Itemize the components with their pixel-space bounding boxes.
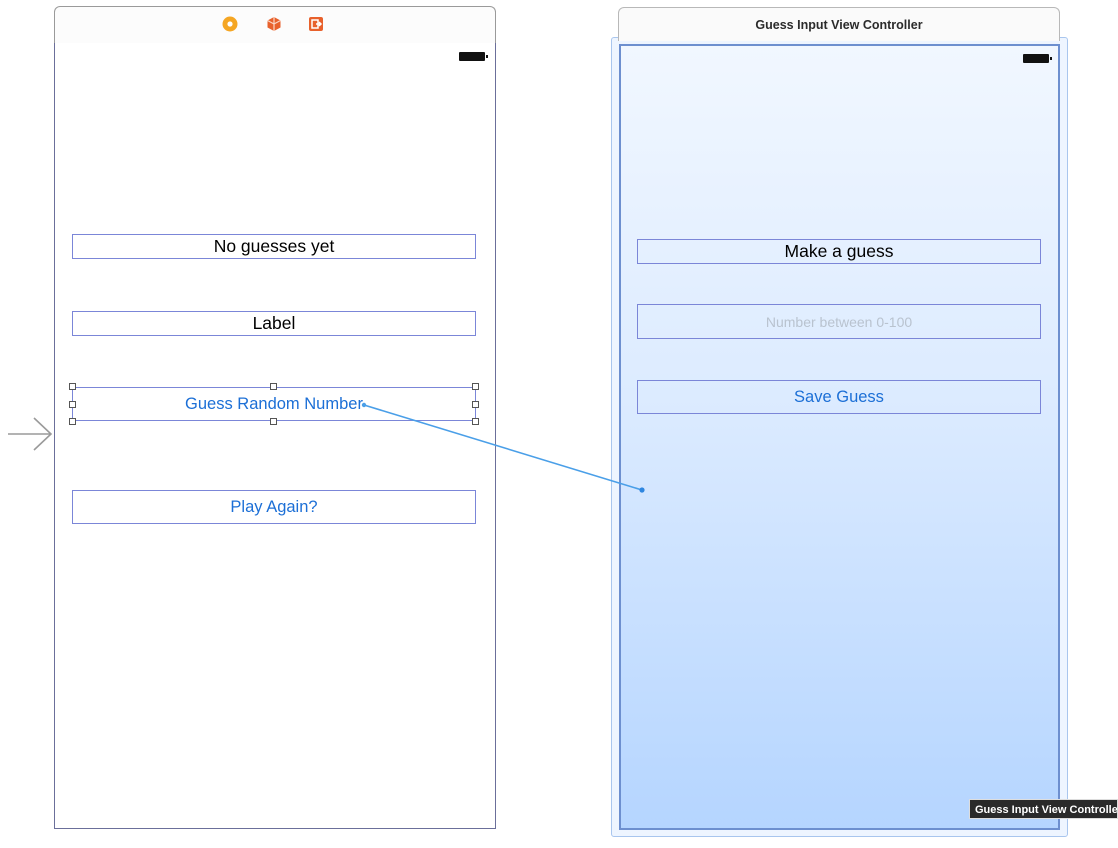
save-guess-label: Save Guess: [794, 387, 884, 406]
resize-handle-left[interactable]: [69, 401, 76, 408]
result-label[interactable]: Label: [72, 311, 476, 336]
resize-handle-top[interactable]: [270, 383, 277, 390]
play-again-button[interactable]: Play Again?: [72, 490, 476, 524]
battery-icon: [459, 52, 488, 61]
battery-icon-right: [1023, 54, 1052, 63]
make-a-guess-text: Make a guess: [784, 241, 894, 261]
exit-icon[interactable]: [308, 16, 324, 32]
guess-text-field-placeholder: Number between 0-100: [765, 313, 913, 330]
guess-text-field[interactable]: Number between 0-100: [637, 304, 1041, 339]
scene-tooltip-text: Guess Input View Controller: [975, 804, 1118, 816]
scene-title-tab[interactable]: Guess Input View Controller: [618, 7, 1060, 41]
initial-view-controller-arrow-icon[interactable]: [6, 414, 54, 454]
no-guesses-label-text: No guesses yet: [213, 236, 335, 256]
resize-handle-right[interactable]: [472, 401, 479, 408]
result-label-text: Label: [252, 313, 296, 333]
main-view-controller-view[interactable]: [54, 43, 496, 829]
guess-random-number-button[interactable]: Guess Random Number: [72, 387, 476, 421]
scene-title: Guess Input View Controller: [755, 17, 923, 32]
resize-handle-top-right[interactable]: [472, 383, 479, 390]
guess-random-number-label: Guess Random Number: [185, 394, 363, 413]
resize-handle-bottom-left[interactable]: [69, 418, 76, 425]
no-guesses-label[interactable]: No guesses yet: [72, 234, 476, 259]
make-a-guess-label[interactable]: Make a guess: [637, 239, 1041, 264]
view-controller-icon[interactable]: [222, 16, 238, 32]
resize-handle-top-left[interactable]: [69, 383, 76, 390]
resize-handle-bottom-right[interactable]: [472, 418, 479, 425]
first-responder-icon[interactable]: [266, 16, 282, 32]
play-again-label: Play Again?: [230, 497, 318, 516]
guess-input-view[interactable]: [619, 44, 1060, 830]
scene-tooltip: Guess Input View Controller: [969, 799, 1118, 819]
save-guess-button[interactable]: Save Guess: [637, 380, 1041, 414]
resize-handle-bottom[interactable]: [270, 418, 277, 425]
